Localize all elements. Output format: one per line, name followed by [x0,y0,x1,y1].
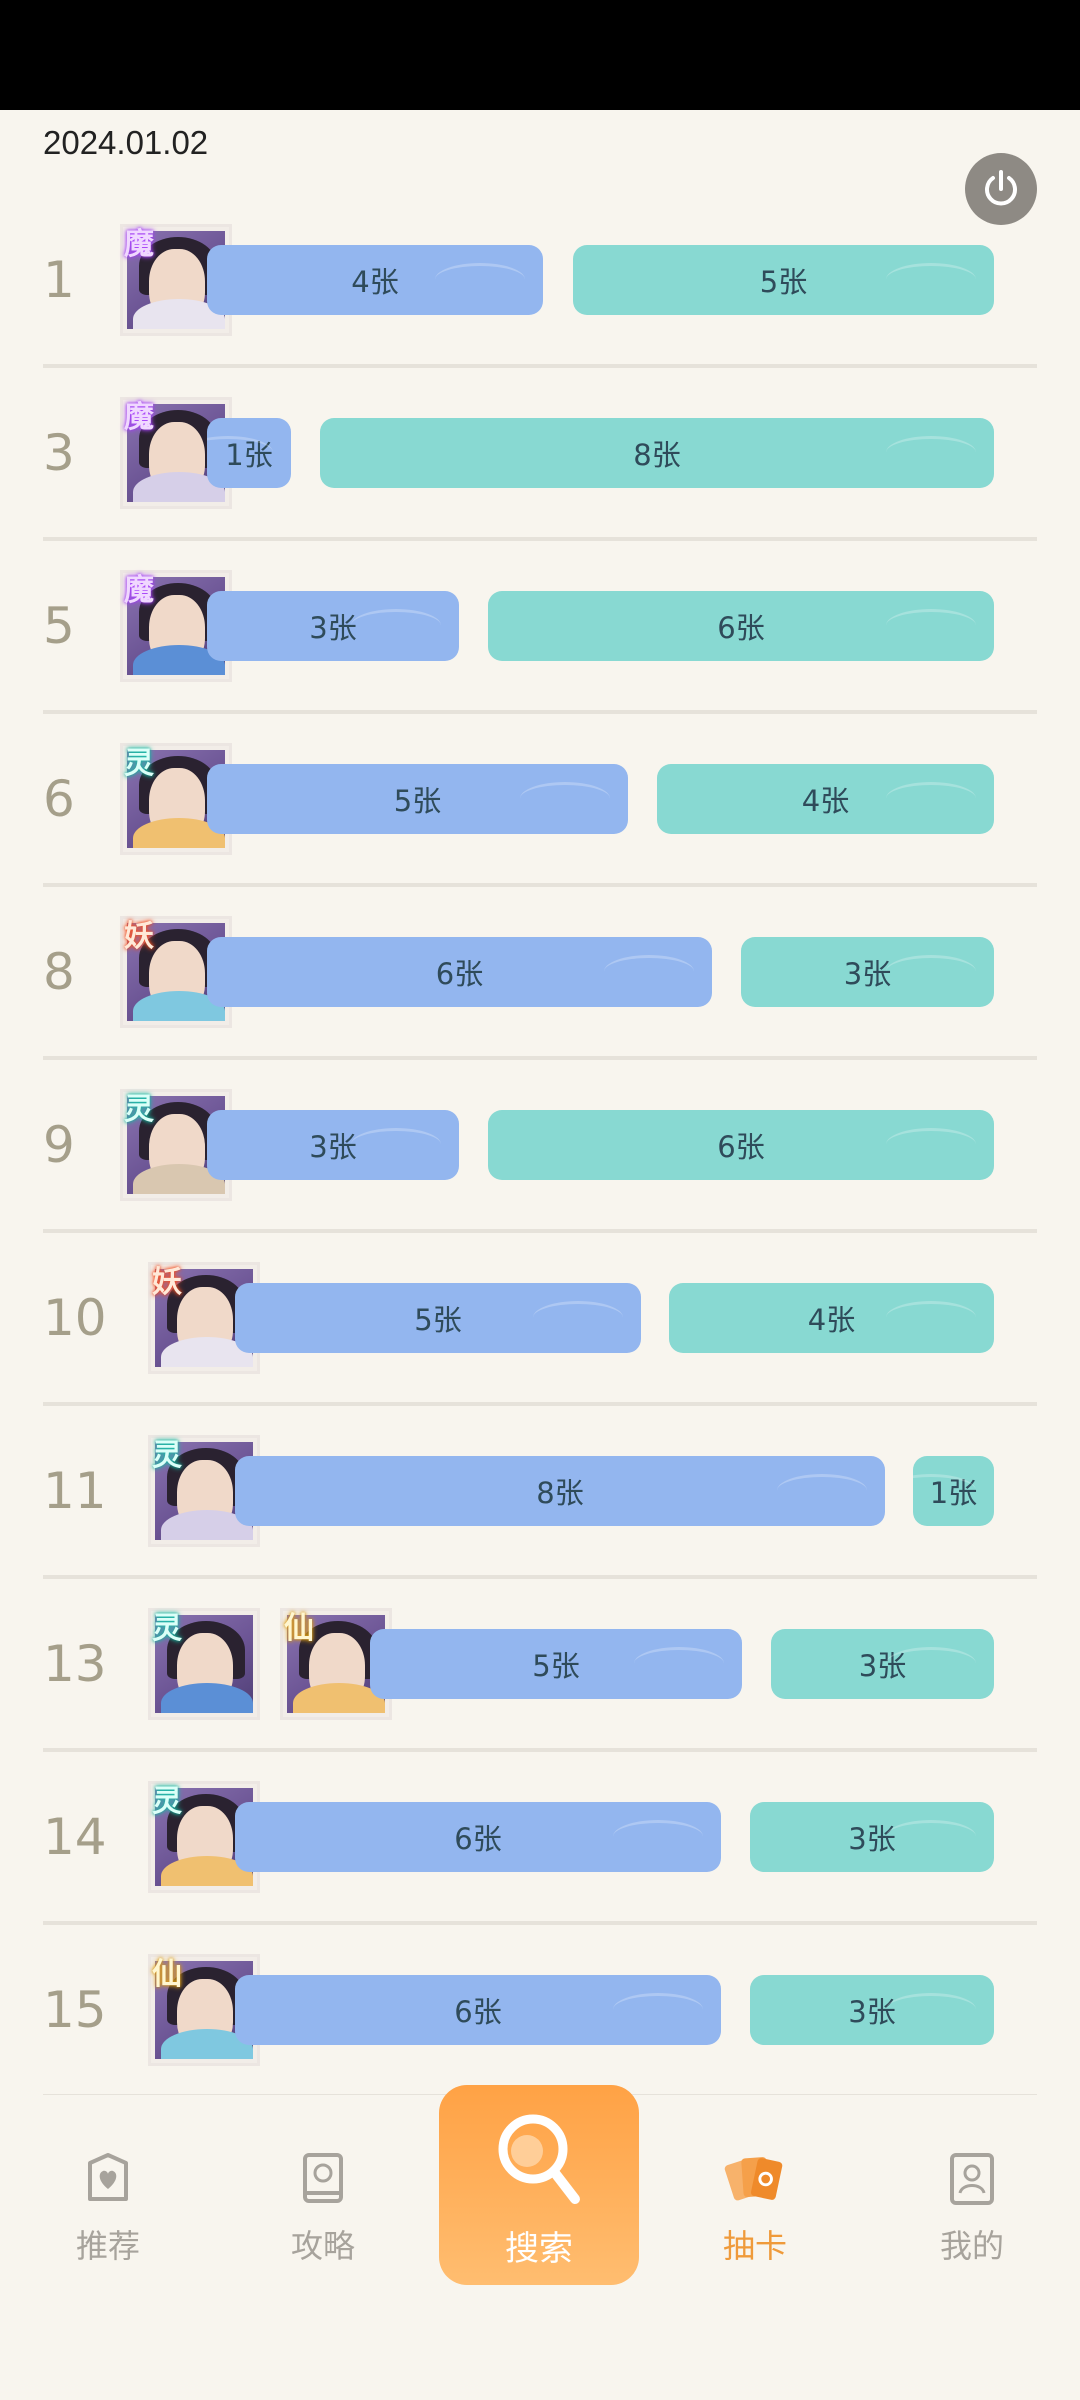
card-count-bars: 3张 6张 [43,1109,1037,1180]
search-icon [489,2105,589,2219]
card-count-bars: 5张 3张 [43,1628,1037,1699]
list-row[interactable]: 10 妖 5张 4张 [43,1233,1037,1406]
draw-list: 1 魔 4张 5张 3 魔 1张 8张 5 魔 3张 6张 6 灵 5张 4张 8 妖 6张 3张 9 灵 3张 6张 10 妖 5… [43,195,1037,2098]
teal-count-bar: 3张 [741,936,994,1007]
tab-draw[interactable]: 抽卡 [695,2095,815,2295]
card-count-bars: 6张 3张 [43,1974,1037,2045]
blue-count-bar: 5张 [370,1628,742,1699]
blue-count-bar: 8张 [235,1455,885,1526]
card-count-bars: 6张 3张 [43,936,1037,1007]
tab-guide-label: 攻略 [290,2227,355,2265]
card-count-bars: 4张 5张 [43,244,1037,315]
teal-count-bar: 6张 [488,590,994,661]
teal-count-bar: 3张 [750,1801,994,1872]
list-row[interactable]: 11 灵 8张 1张 [43,1406,1037,1579]
card-count-bars: 5张 4张 [43,763,1037,834]
teal-count-bar: 6张 [488,1109,994,1180]
tab-mine-label: 我的 [939,2227,1004,2265]
date-label: 2024.01.02 [43,124,209,161]
card-count-bars: 5张 4张 [43,1282,1037,1353]
list-row[interactable]: 8 妖 6张 3张 [43,887,1037,1060]
book-icon [291,2147,355,2211]
tab-search-label: 搜索 [505,2229,573,2269]
list-row[interactable]: 3 魔 1张 8张 [43,368,1037,541]
tab-search[interactable]: 搜索 [439,2085,639,2285]
teal-count-bar: 1张 [913,1455,994,1526]
teal-count-bar: 4张 [669,1282,994,1353]
blue-count-bar: 5张 [207,763,628,834]
card-count-bars: 1张 8张 [43,417,1037,488]
blue-count-bar: 6张 [207,936,712,1007]
blue-count-bar: 1张 [207,417,291,488]
blue-count-bar: 6张 [235,1801,721,1872]
teal-count-bar: 4张 [657,763,994,834]
blue-count-bar: 5张 [235,1282,641,1353]
blue-count-bar: 3张 [207,590,459,661]
tab-recommend[interactable]: 推荐 [48,2095,168,2295]
blue-count-bar: 4张 [207,244,543,315]
list-row[interactable]: 5 魔 3张 6张 [43,541,1037,714]
blue-count-bar: 6张 [235,1974,721,2045]
list-row[interactable]: 9 灵 3张 6张 [43,1060,1037,1233]
card-count-bars: 3张 6张 [43,590,1037,661]
tab-recommend-label: 推荐 [75,2227,140,2265]
card-count-bars: 8张 1张 [43,1455,1037,1526]
blue-count-bar: 3张 [207,1109,459,1180]
list-row[interactable]: 13 灵仙 5张 3张 [43,1579,1037,1752]
cards-icon [723,2147,787,2211]
list-row[interactable]: 15 仙 6张 3张 [43,1925,1037,2098]
teal-count-bar: 3张 [750,1974,994,2045]
tab-guide[interactable]: 攻略 [263,2095,383,2295]
status-bar [0,0,1080,110]
list-row[interactable]: 1 魔 4张 5张 [43,195,1037,368]
tab-mine[interactable]: 我的 [912,2095,1032,2295]
card-count-bars: 6张 3张 [43,1801,1037,1872]
heart-card-icon [76,2147,140,2211]
profile-icon [940,2147,1004,2211]
list-row[interactable]: 6 灵 5张 4张 [43,714,1037,887]
tab-draw-label: 抽卡 [722,2227,787,2265]
teal-count-bar: 8张 [320,417,994,488]
list-row[interactable]: 14 灵 6张 3张 [43,1752,1037,1925]
teal-count-bar: 3张 [771,1628,994,1699]
teal-count-bar: 5张 [573,244,994,315]
